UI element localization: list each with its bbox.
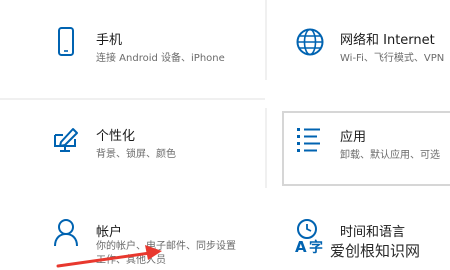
annotation-arrow-icon [56, 245, 162, 268]
watermark-text: 爱创根知识网 [330, 240, 421, 261]
